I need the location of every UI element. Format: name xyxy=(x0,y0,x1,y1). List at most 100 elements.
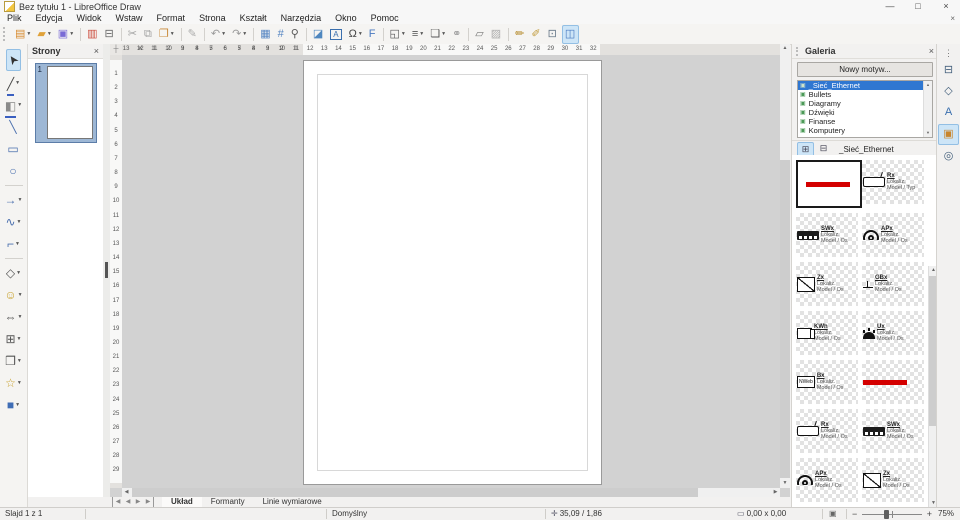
scroll-down-icon[interactable]: ▼ xyxy=(924,129,932,137)
insert-text-box-button[interactable]: A xyxy=(328,26,344,43)
menu-item[interactable]: Okno xyxy=(328,13,364,24)
menu-item[interactable]: Edycja xyxy=(29,13,70,24)
ellipse-tool[interactable]: ○ xyxy=(8,161,18,181)
menu-item[interactable]: Kształt xyxy=(233,13,274,24)
splitter-handle[interactable] xyxy=(105,262,108,278)
fontwork-button[interactable]: F xyxy=(367,26,379,43)
gallery-item[interactable]: NWebBxLokaliz.Model / Os xyxy=(796,360,858,404)
sidebar-tab-shapes[interactable]: ◇ xyxy=(939,82,958,101)
sidebar-tab-navigator[interactable]: ◎ xyxy=(939,147,958,166)
redo-button[interactable]: ↷▼ xyxy=(230,26,249,43)
line-color-tool[interactable]: ╱▼ xyxy=(6,73,21,93)
gallery-item[interactable]: UxLokaliz.Model / Os xyxy=(862,311,924,355)
gallery-item[interactable]: RxLokaliz.Model / Typ xyxy=(862,160,924,204)
connectors-tool[interactable]: ⌐▼ xyxy=(6,234,21,254)
menu-item[interactable]: Wstaw xyxy=(109,13,150,24)
show-draw-functions-button[interactable]: ✏ xyxy=(513,26,527,43)
rectangle-tool[interactable]: ▭ xyxy=(6,139,20,159)
menu-item[interactable]: Plik xyxy=(0,13,29,24)
select-tool[interactable]: ➤ xyxy=(6,49,21,71)
zoom-in-button[interactable]: + xyxy=(927,508,932,520)
clone-formatting-button[interactable]: ✎ xyxy=(186,26,200,43)
flowchart-tool[interactable]: ⊞▼ xyxy=(4,329,22,349)
scroll-up-icon[interactable]: ▲ xyxy=(780,44,790,53)
sidebar-tab-properties[interactable]: ⊟ xyxy=(939,61,958,80)
toolbar-grip[interactable] xyxy=(3,27,9,41)
sidebar-tab-styles[interactable]: A xyxy=(939,103,958,122)
curves-polygons-tool[interactable]: ∿▼ xyxy=(4,212,22,232)
new-theme-button[interactable]: Nowy motyw... xyxy=(797,62,933,77)
menu-item[interactable]: Narzędzia xyxy=(274,13,329,24)
gallery-toggle-button[interactable]: ◫ xyxy=(562,25,579,44)
display-grid-button[interactable]: ▦ xyxy=(258,26,273,43)
gallery-item[interactable]: APxLokaliz.Model / Os xyxy=(796,458,858,502)
gallery-item[interactable]: ZxLokaliz.Model / Os xyxy=(862,458,924,502)
scroll-up-icon[interactable]: ▲ xyxy=(924,81,932,89)
sidebar-settings-menu[interactable]: ⋮ xyxy=(939,47,958,59)
undo-button[interactable]: ↶▼ xyxy=(209,26,228,43)
gallery-item[interactable]: SWxLokaliz.Model / Os xyxy=(796,213,858,257)
scroll-right-icon[interactable]: ▶ xyxy=(771,488,780,497)
3d-objects-tool[interactable]: ■▼ xyxy=(6,395,21,415)
find-replace-button[interactable]: ⚭ xyxy=(450,26,464,43)
export-pdf-button[interactable]: ▥ xyxy=(85,26,100,43)
block-arrows-tool[interactable]: ⇔▼ xyxy=(4,307,24,327)
menu-item[interactable]: Format xyxy=(150,13,193,24)
gallery-item[interactable]: SWxLokaliz.Model / Os xyxy=(862,409,924,453)
gallery-theme-row[interactable]: ▣Bullets xyxy=(798,90,932,99)
open-folder-button[interactable]: ▰▼ xyxy=(35,26,53,43)
menu-item[interactable]: Strona xyxy=(192,13,233,24)
special-character-button[interactable]: Ω▼ xyxy=(347,26,365,43)
paste-button[interactable]: ❐▼ xyxy=(157,26,177,43)
vertical-scrollbar-thumb[interactable] xyxy=(780,160,790,478)
maximize-button[interactable]: □ xyxy=(904,0,932,13)
drawing-page[interactable] xyxy=(303,60,602,485)
gallery-item[interactable]: RxLokaliz.Model / Os xyxy=(796,409,858,453)
new-document-button[interactable]: ▤▼ xyxy=(13,26,33,43)
gallery-grip[interactable] xyxy=(796,47,801,56)
menu-item[interactable]: Widok xyxy=(70,13,109,24)
symbol-shapes-tool[interactable]: ☺▼ xyxy=(3,285,23,305)
basic-shapes-tool[interactable]: ◇▼ xyxy=(5,263,22,283)
fill-color-tool[interactable]: ◧▼ xyxy=(4,95,23,115)
panel-splitter[interactable] xyxy=(103,44,110,497)
gallery-item[interactable]: KWhLokaliz.Model / Os xyxy=(796,311,858,355)
copy-button[interactable]: ⧉ xyxy=(142,26,155,43)
transformations-button[interactable]: ◱▼ xyxy=(388,26,408,43)
gallery-item[interactable] xyxy=(796,160,862,208)
cut-button[interactable]: ✂ xyxy=(126,26,140,43)
gallery-close-icon[interactable]: × xyxy=(929,46,934,56)
shadow-button[interactable]: ▱ xyxy=(473,26,486,43)
gallery-theme-row[interactable]: ▣Diagramy xyxy=(798,99,932,108)
glue-points-button[interactable]: ✐ xyxy=(529,26,543,43)
zoom-level-status[interactable]: 75% xyxy=(938,508,954,520)
minimize-button[interactable]: — xyxy=(876,0,904,13)
detailed-view-button[interactable]: ⊟ xyxy=(816,142,831,155)
zoom-slider-thumb[interactable] xyxy=(884,510,889,519)
align-objects-button[interactable]: ≡▼ xyxy=(410,26,426,43)
gallery-theme-row[interactable]: ▣Finanse xyxy=(798,117,932,126)
menu-item[interactable]: Pomoc xyxy=(364,13,406,24)
gallery-theme-row[interactable]: ▣_Sieć_Ethernet xyxy=(798,81,932,90)
gallery-item[interactable] xyxy=(862,360,924,404)
gallery-item[interactable]: ZxLokaliz.Model / Os xyxy=(796,262,858,306)
vertical-scrollbar[interactable]: ▲ ▼ xyxy=(780,44,790,488)
gallery-theme-row[interactable]: ▣Dźwięki xyxy=(798,108,932,117)
insert-image-button[interactable]: ◪ xyxy=(311,26,326,43)
close-button[interactable]: × xyxy=(932,0,960,13)
zoom-button[interactable]: ⚲ xyxy=(289,26,302,43)
scroll-down-icon[interactable]: ▼ xyxy=(780,479,790,488)
arrange-button[interactable]: ❏▼ xyxy=(428,26,448,43)
sidebar-tab-gallery[interactable]: ▣ xyxy=(938,124,959,145)
fit-slide-button[interactable]: ▣ xyxy=(829,508,837,520)
save-button[interactable]: ▣▼ xyxy=(56,26,76,43)
helplines-while-moving-button[interactable]: ⊡ xyxy=(546,26,560,43)
callout-shapes-tool[interactable]: ❒▼ xyxy=(4,351,23,371)
page-thumbnail[interactable]: 1 xyxy=(35,63,97,143)
zoom-out-button[interactable]: − xyxy=(852,508,857,520)
gallery-item[interactable]: APxLokaliz.Model / Os xyxy=(862,213,924,257)
document-close-icon[interactable]: × xyxy=(950,14,955,23)
gallery-theme-row[interactable]: ▣Komputery xyxy=(798,126,932,135)
stars-banners-tool[interactable]: ☆▼ xyxy=(4,373,23,393)
zoom-slider-track[interactable] xyxy=(862,514,922,515)
